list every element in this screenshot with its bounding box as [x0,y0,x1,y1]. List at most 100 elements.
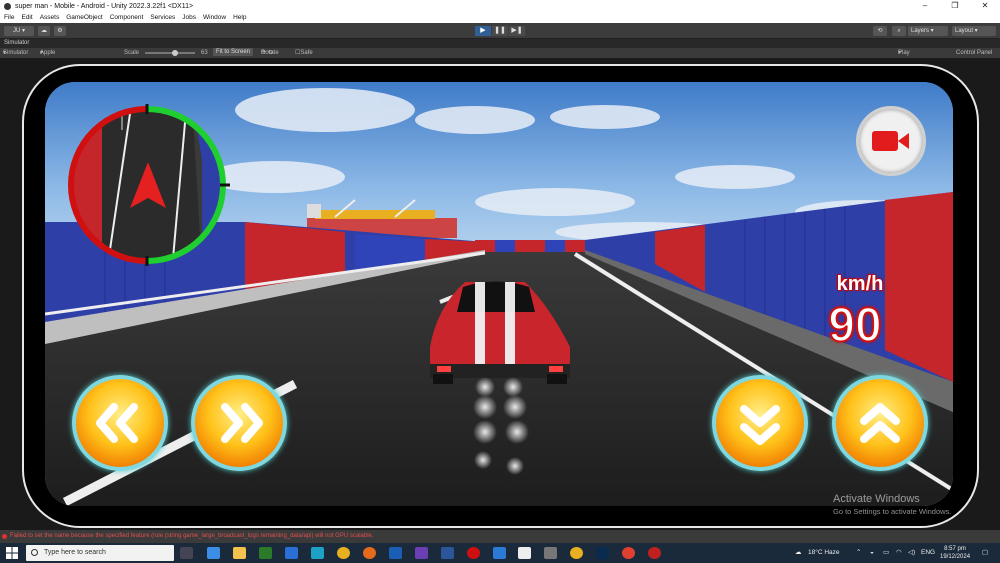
menu-assets[interactable]: Assets [40,14,60,21]
unity-editor-window: super man - Mobile - Android - Unity 202… [0,0,1000,563]
menu-bar: File Edit Assets GameObject Component Se… [0,12,1000,23]
network-icon[interactable]: ◒ [870,543,874,563]
down-arrow-icon [740,405,780,445]
windows-taskbar: Type here to search ☁ 18°C Haze ⌃ ◒ ▭ ◠ … [0,543,1000,563]
console-status-bar[interactable]: Failed to set the name because the speci… [0,530,1000,543]
rotate-label: Rotate [261,50,279,56]
search-icon [31,549,38,556]
collab-icon[interactable]: ⚙ [54,26,66,36]
scale-label: Scale [124,50,140,56]
right-arrow-icon [221,403,263,443]
device-dropdown[interactable]: Apple iPhone 12 Pro Max ▾ [40,48,59,86]
scale-slider-handle[interactable] [172,50,178,56]
task-view-icon[interactable] [180,547,193,559]
rotate-button[interactable]: Rotate ⟳ ⟲ [261,48,279,58]
word-icon[interactable] [441,547,454,559]
file-explorer-icon[interactable] [233,547,246,559]
fit-to-screen-button[interactable]: Fit to Screen [213,48,254,56]
play-controls: ▶ ❚❚ ▶❚ [475,26,526,36]
chrome-alt-icon[interactable] [622,547,635,559]
left-arrow-icon [96,403,138,443]
recorder-icon[interactable] [648,547,661,559]
layout-label: Layout [955,28,974,34]
watermark-subtitle: Go to Settings to activate Windows. [833,507,952,516]
slack-icon[interactable] [415,547,428,559]
pause-button[interactable]: ❚❚ [492,26,508,36]
opera-icon[interactable] [467,547,480,559]
minimize-button[interactable]: – [910,0,940,12]
cloud-icon[interactable]: ☁ [38,26,50,36]
console-message: Failed to set the name because the speci… [10,533,374,539]
play-button[interactable]: ▶ [475,26,491,36]
clock-date: 19/12/2024 [940,554,971,560]
photoshop-icon[interactable] [596,547,609,559]
maximize-button[interactable]: ❐ [940,0,970,12]
wifi-icon[interactable]: ◠ [896,543,902,563]
copilot-icon[interactable] [207,547,220,559]
step-button[interactable]: ▶❚ [509,26,525,36]
speed-unit: km/h [836,273,884,295]
close-button[interactable]: ✕ [970,0,1000,12]
error-icon [2,534,7,539]
unity-editor-icon[interactable] [544,547,557,559]
mode-dropdown[interactable]: Simulator ▾ [3,48,28,58]
volume-icon[interactable]: ◁) [908,543,915,563]
chrome-profile-icon[interactable] [570,547,583,559]
layout-dropdown[interactable]: Layout ▾ [952,26,996,36]
safe-area-checkbox[interactable]: ☐ Safe Area [295,48,313,66]
account-label: JU [12,28,21,34]
edge-icon[interactable] [311,547,324,559]
store-icon[interactable] [259,547,272,559]
activate-windows-watermark: Activate Windows Go to Settings to activ… [833,493,951,516]
unity-logo-icon [4,2,11,10]
simulator-tab[interactable]: Simulator [0,39,1000,48]
menu-help[interactable]: Help [233,14,246,21]
history-icon[interactable]: ⟲ [873,26,887,36]
accelerate-button[interactable] [832,375,928,471]
outlook-icon[interactable] [389,547,402,559]
layers-label: Layers [911,28,930,34]
notifications-icon[interactable]: ▢ [982,543,988,563]
weather-icon[interactable]: ☁ [795,543,802,563]
menu-component[interactable]: Component [110,14,144,21]
weather-label[interactable]: 18°C Haze [808,543,840,563]
menu-gameobject[interactable]: GameObject [66,14,103,21]
language-indicator[interactable]: ENG [921,543,935,563]
menu-window[interactable]: Window [203,14,226,21]
play-mode-dropdown[interactable]: Play Unfocused ▾ [898,48,927,66]
mail-icon[interactable] [285,547,298,559]
window-controls: – ❐ ✕ [910,0,1000,12]
menu-edit[interactable]: Edit [21,14,32,21]
search-icon[interactable]: ⌕ [892,26,906,36]
main-toolbar: JU ▾ ☁ ⚙ ▶ ❚❚ ▶❚ ⟲ ⌕ Layers ▾ Layout ▾ [0,23,1000,39]
video-editor-icon[interactable] [493,547,506,559]
scale-slider-track[interactable] [145,52,195,54]
mode-label: Simulator [3,50,29,56]
battery-icon[interactable]: ▭ [883,543,889,563]
menu-jobs[interactable]: Jobs [182,14,196,21]
minimap [68,104,230,266]
layers-dropdown[interactable]: Layers ▾ [908,26,948,36]
menu-services[interactable]: Services [150,14,175,21]
windows-start-icon[interactable] [6,547,18,559]
account-dropdown[interactable]: JU ▾ [4,26,34,36]
tray-chevron-icon[interactable]: ⌃ [856,543,861,563]
window-title: super man - Mobile - Android - Unity 202… [15,2,194,10]
firefox-icon[interactable] [363,547,376,559]
brake-button[interactable] [712,375,808,471]
simulator-tab-label: Simulator [4,40,30,46]
watermark-title: Activate Windows [833,493,920,505]
chrome-icon[interactable] [337,547,350,559]
search-placeholder: Type here to search [44,549,106,556]
unity-hub-icon[interactable] [518,547,531,559]
clock-time: 8:57 pm [944,546,966,552]
scale-value: 63 [201,50,208,56]
clock[interactable]: 8:57 pm 19/12/2024 [940,545,970,561]
taskbar-search[interactable]: Type here to search [26,545,174,561]
steer-right-button[interactable] [191,375,287,471]
control-panel-button[interactable]: Control Panel [956,48,992,58]
simulator-toolbar: Simulator ▾ Apple iPhone 12 Pro Max ▾ Sc… [0,48,1000,86]
steer-left-button[interactable] [72,375,168,471]
speed-value: 90 [827,298,882,353]
menu-file[interactable]: File [4,14,14,21]
